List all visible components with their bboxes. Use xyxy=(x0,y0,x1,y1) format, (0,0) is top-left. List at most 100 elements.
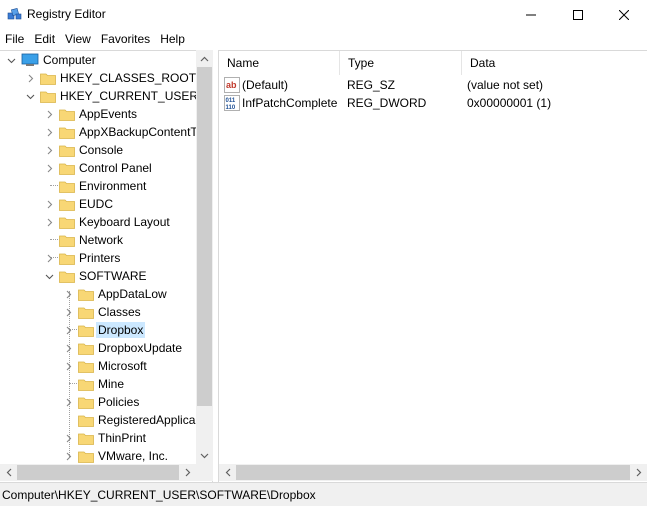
folder-icon xyxy=(59,217,75,229)
tree-label: EUDC xyxy=(79,197,114,211)
close-button[interactable] xyxy=(601,0,647,30)
chevron-right-icon[interactable] xyxy=(63,433,73,443)
chevron-right-icon[interactable] xyxy=(44,199,54,209)
tree-item-control-panel[interactable]: Control Panel xyxy=(44,159,154,177)
registry-editor-icon xyxy=(7,7,22,20)
column-header-name[interactable]: Name xyxy=(219,51,340,75)
chevron-down-icon xyxy=(200,453,209,458)
title-bar[interactable]: Registry Editor xyxy=(0,0,647,30)
tree-item-keyboard-layout[interactable]: Keyboard Layout xyxy=(44,213,172,231)
tree-item-printers[interactable]: Printers xyxy=(44,249,122,267)
tree-item-console[interactable]: Console xyxy=(44,141,125,159)
tree-item-mine[interactable]: Mine xyxy=(63,375,126,393)
tree-item-software[interactable]: SOFTWARE xyxy=(44,267,149,285)
value-data: (value not set) xyxy=(467,78,544,92)
scroll-right-button[interactable] xyxy=(179,464,196,481)
chevron-right-icon[interactable] xyxy=(63,451,73,461)
tree-label: HKEY_CURRENT_USER xyxy=(60,89,199,103)
values-horizontal-scrollbar[interactable] xyxy=(219,464,647,481)
tree-item-dropboxupdate[interactable]: DropboxUpdate xyxy=(63,339,184,357)
tree-item-network[interactable]: Network xyxy=(44,231,125,249)
tree-item-hkey-current-user[interactable]: HKEY_CURRENT_USER xyxy=(25,87,200,105)
tree-label: RegisteredApplica xyxy=(98,413,196,427)
tree-item-microsoft[interactable]: Microsoft xyxy=(63,357,149,375)
tree-label: Policies xyxy=(98,395,140,409)
scroll-down-button[interactable] xyxy=(196,447,213,464)
folder-icon xyxy=(78,325,94,337)
chevron-right-icon[interactable] xyxy=(63,343,73,353)
menu-edit[interactable]: Edit xyxy=(29,30,60,49)
tree-item-appdatalow[interactable]: AppDataLow xyxy=(63,285,169,303)
chevron-right-icon[interactable] xyxy=(44,109,54,119)
tree-item-policies[interactable]: Policies xyxy=(63,393,141,411)
chevron-down-icon[interactable] xyxy=(6,55,16,65)
value-data: 0x00000001 (1) xyxy=(467,96,552,110)
chevron-right-icon[interactable] xyxy=(44,145,54,155)
chevron-right-icon[interactable] xyxy=(63,361,73,371)
chevron-right-icon[interactable] xyxy=(63,397,73,407)
value-row[interactable]: 011 110 InfPatchComplete REG_DWORD 0x000… xyxy=(219,94,639,112)
menu-view[interactable]: View xyxy=(60,30,96,49)
folder-icon xyxy=(59,145,75,157)
menu-bar: File Edit View Favorites Help xyxy=(0,30,647,49)
scroll-right-button[interactable] xyxy=(630,464,647,481)
chevron-right-icon[interactable] xyxy=(44,253,54,263)
chevron-right-icon[interactable] xyxy=(44,217,54,227)
values-pane[interactable]: Name Type Data ab (Default) REG_SZ (valu… xyxy=(218,50,647,482)
chevron-down-icon[interactable] xyxy=(25,91,35,101)
folder-icon xyxy=(78,307,94,319)
tree-pane[interactable]: Computer HKEY_CLASSES_ROOT HKEY_CURRENT_… xyxy=(0,50,213,482)
minimize-button[interactable] xyxy=(508,0,554,30)
scroll-up-button[interactable] xyxy=(196,50,213,67)
chevron-right-icon[interactable] xyxy=(44,127,54,137)
tree-item-vmware[interactable]: VMware, Inc. xyxy=(63,447,170,465)
tree-item-appxbackupcontent[interactable]: AppXBackupContentT xyxy=(44,123,200,141)
column-header-type[interactable]: Type xyxy=(340,51,462,75)
chevron-right-icon[interactable] xyxy=(63,307,73,317)
tree-label: Classes xyxy=(98,305,141,319)
tree-item-dropbox[interactable]: Dropbox xyxy=(63,321,146,339)
chevron-right-icon xyxy=(185,468,190,477)
tree-horizontal-scrollbar[interactable] xyxy=(0,464,196,481)
tree-item-registeredapplications[interactable]: RegisteredApplica xyxy=(63,411,197,429)
scroll-thumb[interactable] xyxy=(17,465,179,480)
column-header-data[interactable]: Data xyxy=(462,51,647,75)
menu-help[interactable]: Help xyxy=(155,30,190,49)
tree-label: Console xyxy=(79,143,124,157)
status-path: Computer\HKEY_CURRENT_USER\SOFTWARE\Drop… xyxy=(2,488,316,502)
binary-value-icon: 011 110 xyxy=(224,95,240,111)
folder-icon xyxy=(59,109,75,121)
menu-file[interactable]: File xyxy=(0,30,29,49)
value-row[interactable]: ab (Default) REG_SZ (value not set) xyxy=(219,76,639,94)
scroll-thumb[interactable] xyxy=(236,465,630,480)
value-type: REG_DWORD xyxy=(347,96,427,110)
tree-item-computer[interactable]: Computer xyxy=(6,51,98,69)
tree-label: AppDataLow xyxy=(98,287,167,301)
tree-vertical-scrollbar[interactable] xyxy=(196,50,213,464)
menu-favorites[interactable]: Favorites xyxy=(96,30,155,49)
tree-label: Control Panel xyxy=(79,161,152,175)
chevron-down-icon[interactable] xyxy=(44,271,54,281)
svg-text:110: 110 xyxy=(226,105,236,111)
tree-item-classes[interactable]: Classes xyxy=(63,303,143,321)
chevron-right-icon[interactable] xyxy=(44,163,54,173)
chevron-right-icon[interactable] xyxy=(63,325,73,335)
chevron-right-icon xyxy=(636,468,641,477)
scroll-thumb[interactable] xyxy=(197,67,212,406)
scroll-left-button[interactable] xyxy=(0,464,17,481)
chevron-right-icon[interactable] xyxy=(25,73,35,83)
tree-item-eudc[interactable]: EUDC xyxy=(44,195,115,213)
tree-item-environment[interactable]: Environment xyxy=(44,177,148,195)
close-icon xyxy=(619,10,629,20)
tree-item-hkey-classes-root[interactable]: HKEY_CLASSES_ROOT xyxy=(25,69,198,87)
svg-text:011: 011 xyxy=(226,98,236,104)
folder-open-icon xyxy=(40,91,56,103)
chevron-up-icon xyxy=(200,56,209,61)
tree-item-appevents[interactable]: AppEvents xyxy=(44,105,139,123)
maximize-button[interactable] xyxy=(555,0,601,30)
folder-icon xyxy=(78,379,94,391)
chevron-right-icon[interactable] xyxy=(63,289,73,299)
scroll-left-button[interactable] xyxy=(219,464,236,481)
tree-label: Computer xyxy=(43,53,96,67)
tree-item-thinprint[interactable]: ThinPrint xyxy=(63,429,148,447)
